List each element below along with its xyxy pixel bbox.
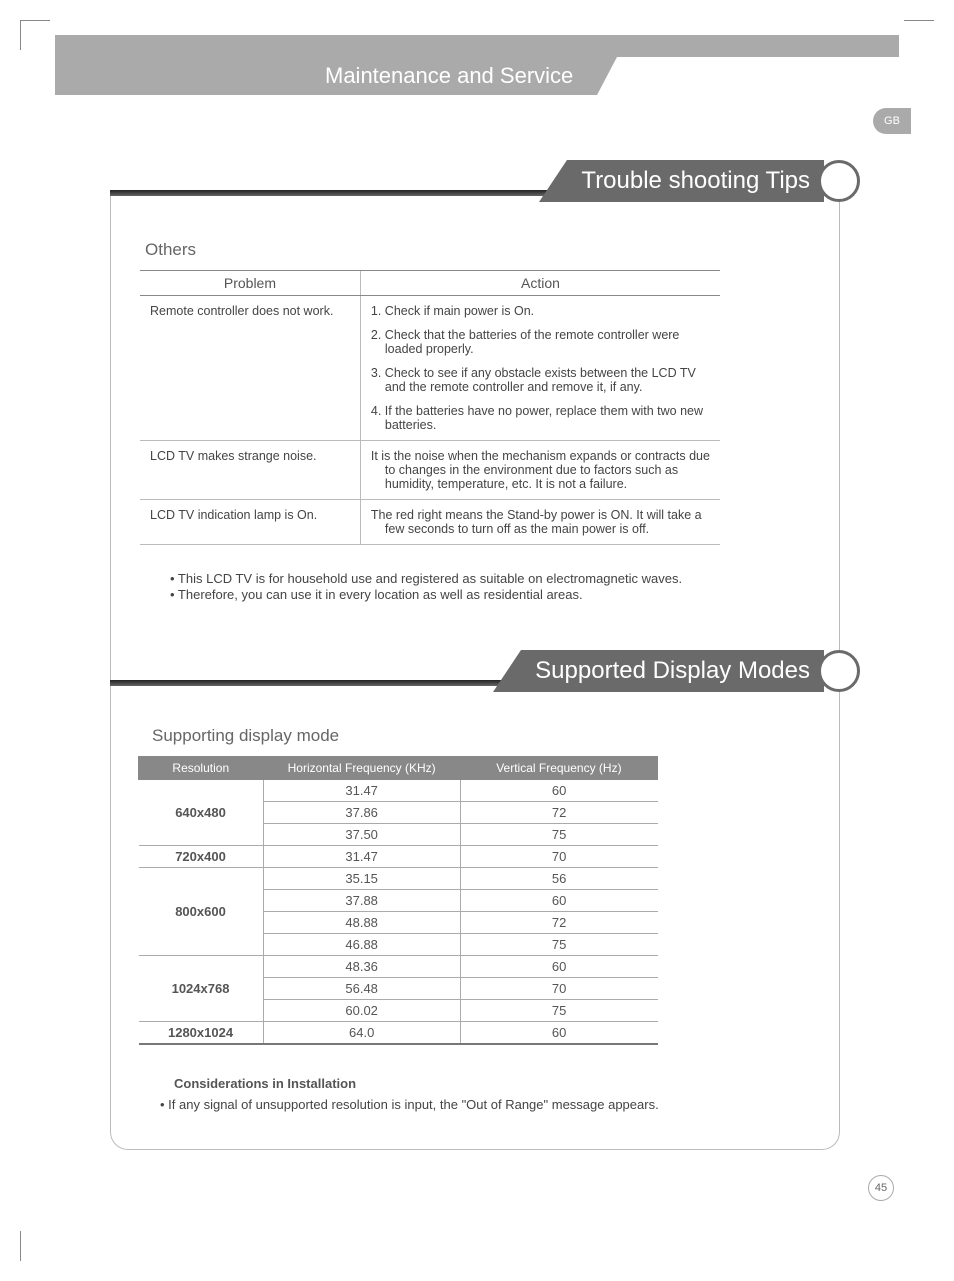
resolution-cell: 720x400 [139, 846, 264, 868]
vfreq-cell: 60 [460, 890, 657, 912]
vfreq-cell: 72 [460, 802, 657, 824]
subheading-others: Others [130, 240, 790, 260]
heading-circle-icon [818, 650, 860, 692]
table-row: 800x60035.1556 [139, 868, 658, 890]
vfreq-cell: 75 [460, 1000, 657, 1022]
note-line: • Therefore, you can use it in every loc… [130, 587, 790, 602]
resolution-cell: 640x480 [139, 780, 264, 846]
header-bar [55, 35, 899, 57]
col-problem: Problem [140, 271, 360, 296]
considerations-line: • If any signal of unsupported resolutio… [130, 1097, 790, 1112]
resolution-cell: 1280x1024 [139, 1022, 264, 1045]
hfreq-cell: 64.0 [263, 1022, 460, 1045]
crop-mark [20, 1231, 50, 1261]
col-resolution: Resolution [139, 757, 264, 780]
heading-circle-icon [818, 160, 860, 202]
problem-cell: LCD TV indication lamp is On. [140, 500, 360, 545]
resolution-cell: 1024x768 [139, 956, 264, 1022]
considerations-block: Considerations in Installation • If any … [130, 1076, 790, 1112]
hfreq-cell: 60.02 [263, 1000, 460, 1022]
troubleshooting-block: Others Problem Action Remote controller … [130, 240, 790, 545]
resolution-cell: 800x600 [139, 868, 264, 956]
table-row: 720x40031.4770 [139, 846, 658, 868]
supported-modes-block: Supporting display mode Resolution Horiz… [130, 726, 790, 1045]
vfreq-cell: 60 [460, 1022, 657, 1045]
vfreq-cell: 56 [460, 868, 657, 890]
hfreq-cell: 37.86 [263, 802, 460, 824]
note-line: • This LCD TV is for household use and r… [130, 571, 790, 586]
hfreq-cell: 56.48 [263, 978, 460, 1000]
heading-text: Trouble shooting Tips [567, 160, 824, 202]
vfreq-cell: 60 [460, 956, 657, 978]
hfreq-cell: 35.15 [263, 868, 460, 890]
action-cell: It is the noise when the mechanism expan… [360, 441, 720, 500]
action-item: It is the noise when the mechanism expan… [371, 449, 710, 491]
hfreq-cell: 48.36 [263, 956, 460, 978]
action-item: 2. Check that the batteries of the remot… [371, 328, 710, 356]
table-row: LCD TV makes strange noise. It is the noi… [140, 441, 720, 500]
display-modes-table: Resolution Horizontal Frequency (KHz) Ve… [138, 756, 658, 1045]
subheading-supporting-mode: Supporting display mode [130, 726, 790, 746]
table-row: LCD TV indication lamp is On. The red rig… [140, 500, 720, 545]
crop-mark [20, 20, 50, 50]
action-cell: The red right means the Stand-by power i… [360, 500, 720, 545]
hfreq-cell: 31.47 [263, 780, 460, 802]
vfreq-cell: 70 [460, 846, 657, 868]
considerations-title: Considerations in Installation [130, 1076, 790, 1091]
action-item: 3. Check to see if any obstacle exists b… [371, 366, 710, 394]
language-badge: GB [873, 108, 911, 134]
hfreq-cell: 48.88 [263, 912, 460, 934]
hfreq-cell: 37.88 [263, 890, 460, 912]
col-hfreq: Horizontal Frequency (KHz) [263, 757, 460, 780]
troubleshooting-table: Problem Action Remote controller does no… [140, 270, 720, 545]
vfreq-cell: 60 [460, 780, 657, 802]
troubleshooting-notes: • This LCD TV is for household use and r… [130, 570, 790, 603]
heading-troubleshooting: Trouble shooting Tips [539, 160, 860, 202]
col-vfreq: Vertical Frequency (Hz) [460, 757, 657, 780]
action-cell: 1. Check if main power is On. 2. Check th… [360, 296, 720, 441]
table-row: 640x48031.4760 [139, 780, 658, 802]
table-row: 1280x102464.060 [139, 1022, 658, 1045]
vfreq-cell: 75 [460, 934, 657, 956]
hfreq-cell: 37.50 [263, 824, 460, 846]
vfreq-cell: 72 [460, 912, 657, 934]
vfreq-cell: 75 [460, 824, 657, 846]
problem-cell: LCD TV makes strange noise. [140, 441, 360, 500]
section-title: Maintenance and Service [55, 57, 597, 95]
section-tab: Maintenance and Service [55, 57, 617, 95]
vfreq-cell: 70 [460, 978, 657, 1000]
heading-supported-modes: Supported Display Modes [493, 650, 860, 692]
hfreq-cell: 46.88 [263, 934, 460, 956]
crop-mark [904, 1231, 934, 1261]
table-row: Remote controller does not work.1. Check… [140, 296, 720, 441]
tab-slant [597, 57, 617, 95]
page-number: 45 [868, 1175, 894, 1201]
heading-text: Supported Display Modes [521, 650, 824, 692]
table-row: 1024x76848.3660 [139, 956, 658, 978]
problem-cell: Remote controller does not work. [140, 296, 360, 441]
action-item: The red right means the Stand-by power i… [371, 508, 710, 536]
hfreq-cell: 31.47 [263, 846, 460, 868]
action-item: 1. Check if main power is On. [371, 304, 710, 318]
crop-mark [904, 20, 934, 50]
col-action: Action [360, 271, 720, 296]
action-item: 4. If the batteries have no power, repla… [371, 404, 710, 432]
